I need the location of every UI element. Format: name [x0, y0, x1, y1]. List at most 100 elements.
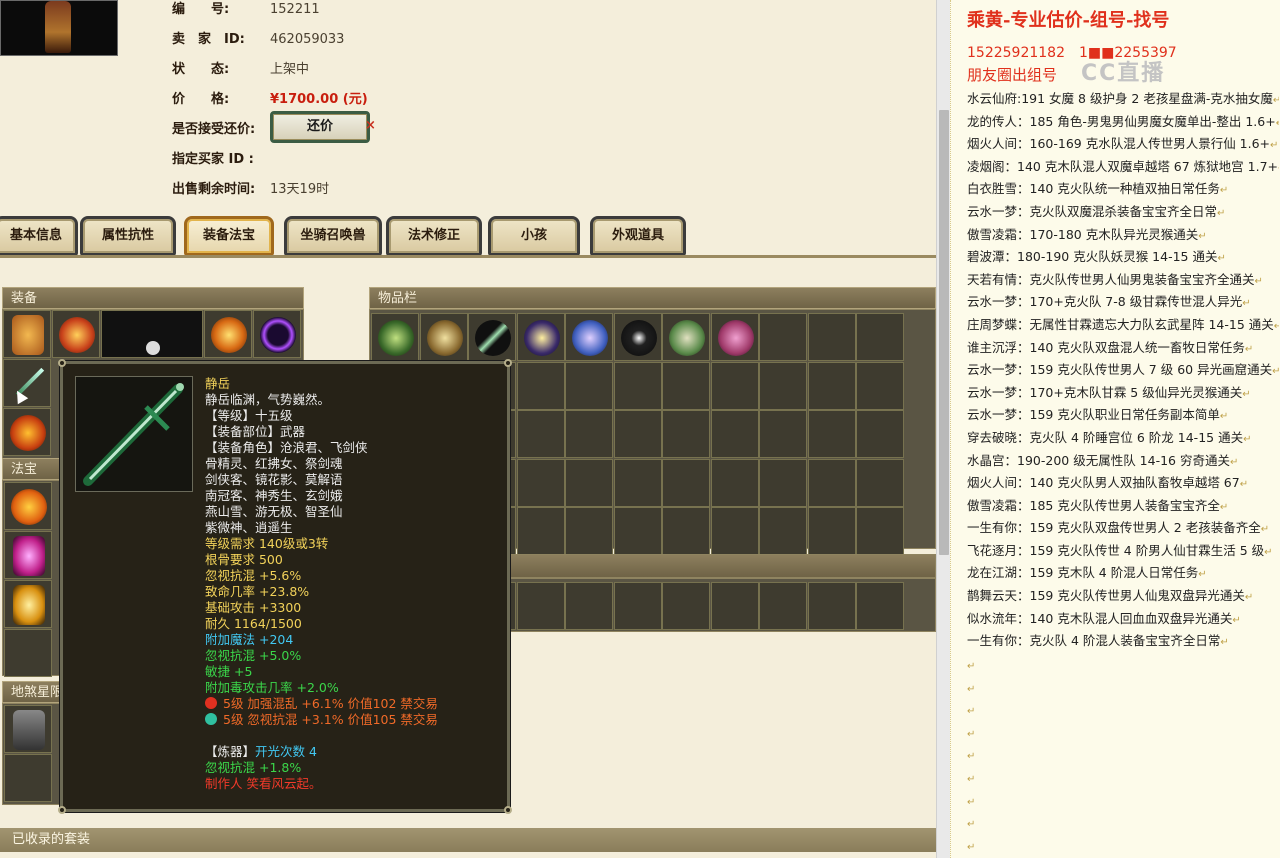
inventory-slot[interactable]	[856, 507, 904, 555]
paragraph-mark-icon: ↵	[967, 661, 976, 672]
inventory-slot[interactable]	[710, 313, 759, 361]
inventory-slot[interactable]	[516, 458, 565, 507]
inventory-slot[interactable]	[807, 361, 856, 410]
tooltip-spacer	[205, 728, 505, 744]
inventory-slot[interactable]	[613, 582, 662, 630]
inventory-slot[interactable]	[807, 410, 856, 458]
inventory-slot[interactable]	[419, 313, 468, 361]
equip-slot-necklace[interactable]	[52, 310, 100, 358]
fabao-panel-title: 法宝	[11, 462, 38, 477]
inventory-slot[interactable]	[759, 582, 807, 630]
tab-3[interactable]: 坐骑召唤兽	[284, 216, 382, 256]
close-bargain-icon[interactable]: ×	[365, 118, 376, 133]
disha-slot-1[interactable]	[4, 705, 52, 753]
bargain-button[interactable]: 还价	[270, 111, 370, 143]
inventory-slot[interactable]	[710, 458, 759, 507]
inventory-slot[interactable]	[807, 582, 856, 630]
inventory-slot[interactable]	[371, 313, 419, 361]
doc-line-text: 云水一梦：170+克火队 7-8 级甘霖传世混人异光	[967, 294, 1243, 310]
inventory-slot[interactable]	[516, 410, 565, 458]
equip-slot-shoes[interactable]	[3, 408, 51, 456]
tooltip-line: 忽视抗混 +5.6%	[205, 568, 302, 583]
tab-1[interactable]: 属性抗性	[80, 216, 176, 256]
inventory-slot[interactable]	[565, 410, 613, 458]
scrollbar-thumb[interactable]	[939, 110, 949, 555]
inventory-slot[interactable]	[662, 582, 710, 630]
inventory-slot[interactable]	[613, 507, 662, 555]
inventory-slot[interactable]	[662, 410, 710, 458]
inventory-slot[interactable]	[807, 458, 856, 507]
inventory-slot[interactable]	[662, 361, 710, 410]
inventory-slot[interactable]	[856, 361, 904, 410]
fabao-slot-2[interactable]	[4, 531, 52, 579]
inventory-slot[interactable]	[856, 313, 904, 361]
fabao-slot-1[interactable]	[4, 482, 52, 530]
inventory-slot[interactable]	[613, 313, 662, 361]
paragraph-mark-icon: ↵	[1260, 524, 1270, 536]
vertical-scrollbar[interactable]	[936, 0, 950, 858]
equip-slot-helmet[interactable]	[3, 310, 51, 358]
inventory-slot[interactable]	[856, 582, 904, 630]
equip-slot-belt[interactable]	[253, 310, 301, 358]
inventory-slot[interactable]	[710, 582, 759, 630]
disha-slot-2[interactable]	[4, 754, 52, 802]
inventory-slot[interactable]	[662, 458, 710, 507]
tab-2[interactable]: 装备法宝	[184, 216, 274, 256]
paragraph-mark-icon: ↵	[1244, 343, 1254, 355]
fabao-slot-3[interactable]	[4, 580, 52, 628]
inventory-slot[interactable]	[613, 458, 662, 507]
tab-5[interactable]: 小孩	[488, 216, 580, 256]
inventory-slot[interactable]	[468, 313, 516, 361]
inventory-slot[interactable]	[516, 507, 565, 555]
equip-slot-weapon[interactable]	[3, 359, 51, 407]
inventory-slot[interactable]	[516, 361, 565, 410]
inventory-slot[interactable]	[759, 458, 807, 507]
inventory-slot[interactable]	[613, 361, 662, 410]
tooltip-line: 【装备部位】武器	[205, 424, 306, 439]
fabao-slot-4[interactable]	[4, 629, 52, 677]
inventory-slot[interactable]	[759, 361, 807, 410]
doc-line: 烟火人间：160-169 克水队混人传世男人景行仙 1.6+↵	[967, 133, 1279, 156]
doc-line: 穿去破晓：克火队 4 阶睡宫位 6 阶龙 14-15 通关↵	[967, 427, 1279, 450]
inventory-item-icon	[475, 320, 511, 356]
inventory-slot[interactable]	[710, 361, 759, 410]
equip-slot-armor[interactable]	[204, 310, 252, 358]
inventory-slot[interactable]	[662, 507, 710, 555]
inventory-slot[interactable]	[759, 410, 807, 458]
inventory-slot[interactable]	[516, 582, 565, 630]
inventory-slot[interactable]	[662, 313, 710, 361]
paragraph-mark-icon: ↵	[1272, 366, 1279, 377]
inventory-slot[interactable]	[613, 410, 662, 458]
inventory-slot[interactable]	[807, 313, 856, 361]
tooltip-line: 南冠客、神秀生、玄剑娥	[205, 488, 343, 503]
tab-6[interactable]: 外观道具	[590, 216, 686, 256]
paragraph-mark-icon: ↵	[1229, 456, 1239, 468]
listing-field-label: 卖 家 ID:	[172, 32, 245, 47]
inventory-slot[interactable]	[565, 582, 613, 630]
inventory-slot[interactable]	[856, 458, 904, 507]
paragraph-mark-icon: ↵	[1276, 118, 1279, 129]
inventory-slot[interactable]	[565, 361, 613, 410]
tab-4[interactable]: 法术修正	[386, 216, 482, 256]
inventory-slot[interactable]	[856, 410, 904, 458]
inventory-slot[interactable]	[565, 458, 613, 507]
inventory-item-icon	[523, 320, 560, 356]
inventory-slot[interactable]	[807, 507, 856, 555]
inventory-slot[interactable]	[565, 313, 613, 361]
inventory-slot[interactable]	[759, 313, 807, 361]
inventory-slot[interactable]	[710, 507, 759, 555]
listing-field-value: 152211	[270, 2, 320, 17]
equip-panel-header: 装备	[2, 287, 304, 309]
doc-line: 谁主沉浮：140 克火队双盘混人统一畜牧日常任务↵	[967, 337, 1279, 360]
listing-field-value: ¥1700.00 (元)	[270, 92, 368, 107]
paragraph-mark-icon: ↵	[1198, 230, 1207, 242]
inventory-slot[interactable]	[759, 507, 807, 555]
inventory-slot[interactable]	[565, 507, 613, 555]
inventory-slot[interactable]	[710, 410, 759, 458]
tooltip-line: 燕山雪、游无极、智圣仙	[205, 504, 343, 519]
equip-panel-title: 装备	[11, 291, 38, 306]
listing-field-value: 13天19时	[270, 182, 330, 197]
tab-0[interactable]: 基本信息	[0, 216, 78, 256]
equip-slot-mount[interactable]	[101, 310, 203, 358]
inventory-slot[interactable]	[516, 313, 565, 361]
